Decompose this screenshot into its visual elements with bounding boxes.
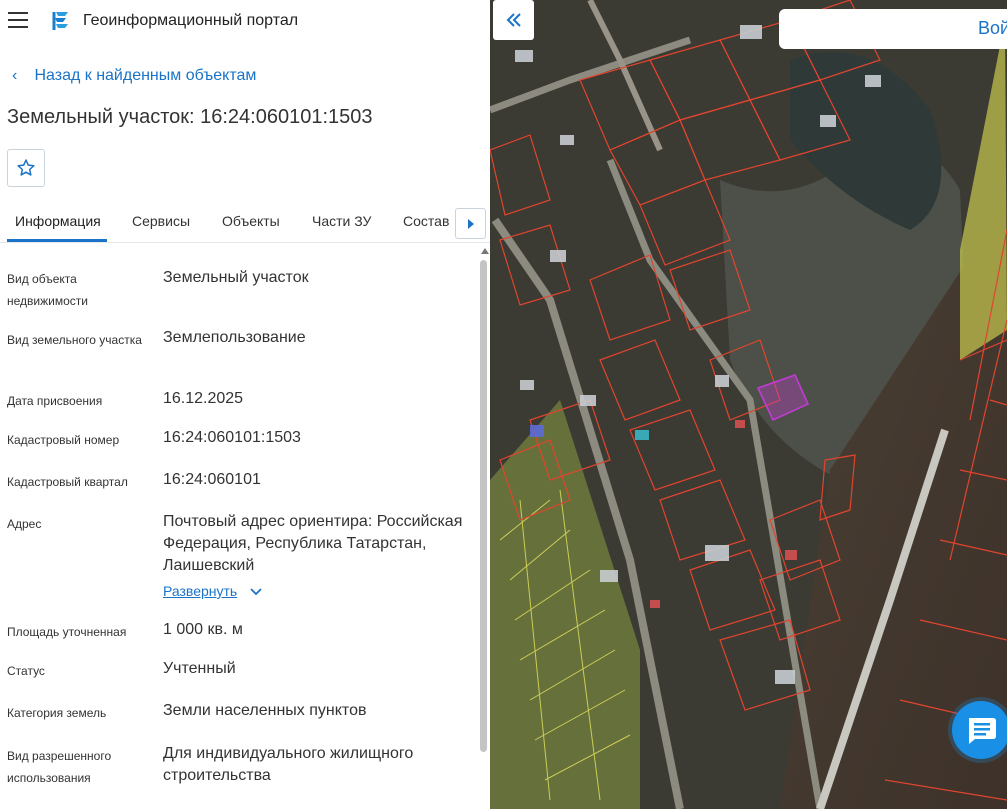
collapse-panel-button[interactable]: [493, 0, 534, 40]
tab-objects[interactable]: Объекты: [222, 213, 280, 229]
attribute-label: Вид разрешенного использования: [7, 749, 112, 785]
tabs-scroll-right-button[interactable]: [455, 208, 486, 239]
tab-bar: Информация Сервисы Объекты Части ЗУ Сост…: [0, 202, 490, 243]
tab-services[interactable]: Сервисы: [132, 213, 190, 229]
attribute-label: Адрес: [7, 517, 42, 531]
map-view[interactable]: [490, 0, 1007, 809]
login-button-label: Войти: [978, 18, 1007, 38]
attribute-value: Землепользование: [163, 329, 306, 346]
attribute-value: 1 000 кв. м: [163, 621, 243, 638]
scroll-up-arrow-icon[interactable]: [481, 248, 489, 254]
satellite-map: [490, 0, 1007, 809]
favorite-button[interactable]: [7, 149, 45, 187]
attribute-label: Дата присвоения: [7, 394, 103, 408]
attribute-value: Учтенный: [163, 660, 236, 677]
attribute-label: Категория земель: [7, 706, 107, 720]
attribute-value: 16.12.2025: [163, 390, 244, 407]
attributes-list: Вид объекта недвижимости Земельный участ…: [0, 244, 478, 809]
attribute-value: 16:24:060101: [163, 471, 261, 488]
chevron-left-icon: ‹: [12, 67, 18, 84]
tab-parts[interactable]: Части ЗУ: [312, 213, 371, 229]
attribute-label: Кадастровый номер: [7, 433, 120, 447]
attribute-label: Вид земельного участка: [7, 333, 142, 347]
chat-button[interactable]: [952, 701, 1007, 759]
back-link[interactable]: ‹ Назад к найденным объектам: [12, 67, 256, 85]
app-title: Геоинформационный портал: [83, 12, 299, 29]
scrollbar-thumb[interactable]: [480, 260, 487, 752]
attribute-label: Кадастровый квартал: [7, 475, 128, 489]
active-tab-indicator: [7, 239, 107, 242]
attribute-label: Статус: [7, 664, 45, 678]
attribute-value: Земли населенных пунктов: [163, 702, 367, 719]
attribute-value: 16:24:060101:1503: [163, 429, 301, 446]
page-title: Земельный участок: 16:24:060101:1503: [7, 106, 373, 128]
top-bar: Геоинформационный портал: [0, 0, 490, 42]
info-panel: Геоинформационный портал ‹ Назад к найде…: [0, 0, 490, 809]
back-link-label: Назад к найденным объектам: [34, 67, 257, 84]
attribute-label: Вид объекта недвижимости: [7, 272, 88, 308]
chevron-down-icon: [250, 588, 262, 596]
caret-right-icon: [467, 218, 474, 229]
address-text: Почтовый адрес ориентира: Российская Фед…: [163, 513, 463, 574]
expand-link-label: Развернуть: [163, 583, 238, 599]
menu-icon[interactable]: [8, 12, 28, 28]
attribute-label: Площадь уточненная: [7, 625, 127, 639]
double-chevron-left-icon: [506, 13, 521, 27]
star-icon: [17, 159, 35, 176]
attribute-value: Для индивидуального жилищного строительс…: [163, 745, 414, 784]
expand-link[interactable]: Развернуть: [163, 580, 463, 603]
chat-icon: [969, 718, 996, 744]
portal-logo-icon: [52, 12, 68, 30]
attribute-value: Почтовый адрес ориентира: Российская Фед…: [163, 511, 463, 603]
tab-info[interactable]: Информация: [15, 213, 101, 229]
tab-composition[interactable]: Состав: [403, 213, 449, 229]
attribute-value: Земельный участок: [163, 269, 309, 286]
scrollbar[interactable]: [479, 244, 489, 809]
login-button[interactable]: Войти: [779, 9, 1007, 49]
